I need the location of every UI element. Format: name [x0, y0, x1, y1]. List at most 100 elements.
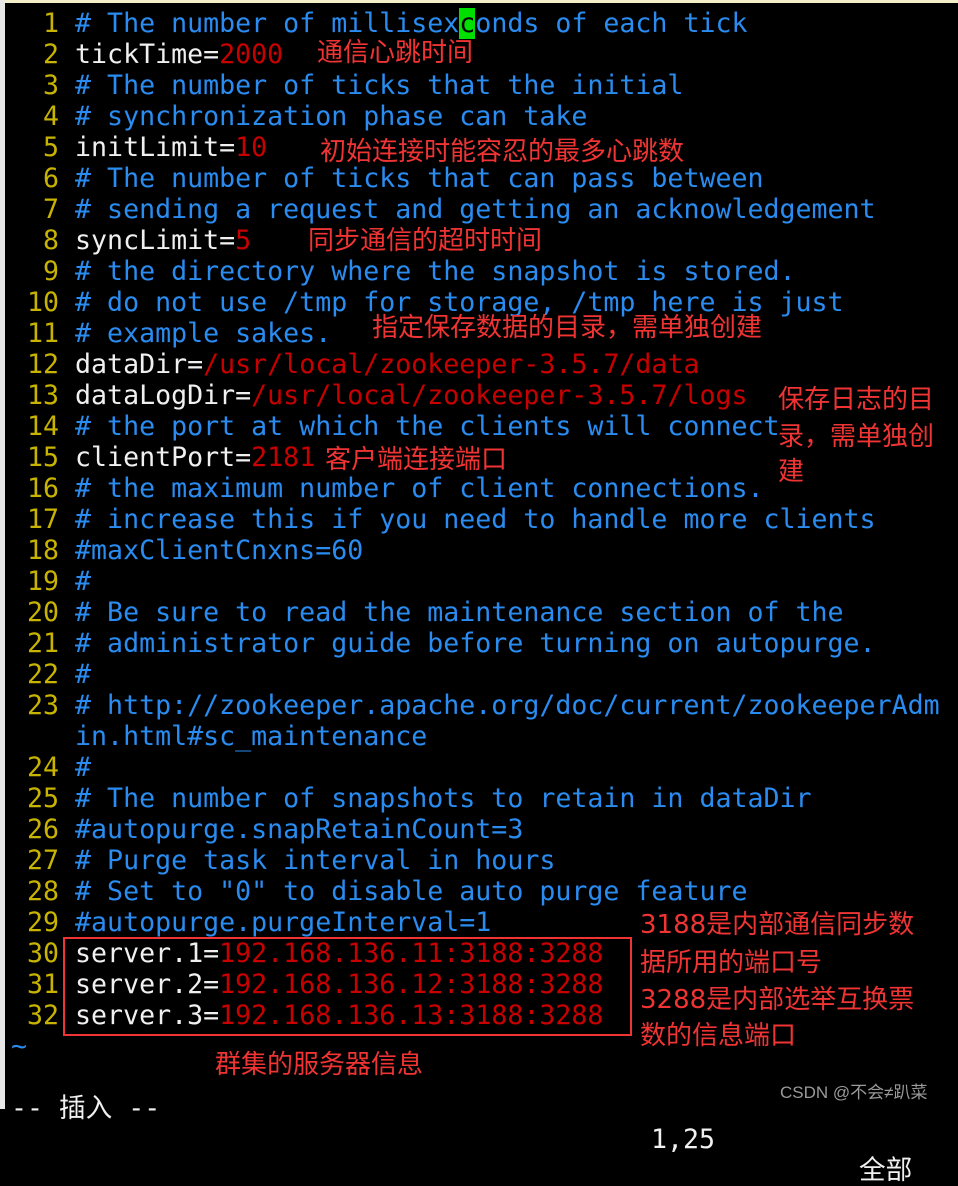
code-comment: # increase this if you need to handle mo…: [75, 504, 876, 535]
line-number: 8: [11, 225, 76, 256]
line-text: # http://zookeeper.apache.org/doc/curren…: [75, 690, 940, 752]
line-text: dataDir=/usr/local/zookeeper-3.5.7/data: [75, 349, 940, 380]
code-key: syncLimit=: [75, 225, 236, 256]
line-number: 4: [11, 101, 76, 132]
line-number: 18: [11, 535, 76, 566]
line-number: 23: [11, 690, 76, 721]
code-key: tickTime=: [75, 39, 220, 70]
code-comment: # the port at which the clients will con…: [75, 411, 780, 442]
editor-line[interactable]: 12 dataDir=/usr/local/zookeeper-3.5.7/da…: [11, 349, 940, 380]
line-number: 2: [11, 39, 76, 70]
code-comment: # sending a request and getting an ackno…: [75, 194, 876, 225]
annotation-datalogdir-2: 录，需单独创: [778, 422, 935, 452]
line-number: 15: [11, 442, 76, 473]
line-number: 16: [11, 473, 76, 504]
editor-line[interactable]: 1 # The number of millisexconds of each …: [11, 8, 940, 39]
line-text: #: [75, 659, 940, 690]
code-comment: #autopurge.snapRetainCount=3: [75, 814, 524, 845]
line-number: 29: [11, 907, 76, 938]
editor-line[interactable]: 9 # the directory where the snapshot is …: [11, 256, 940, 287]
code-key: clientPort=: [75, 442, 252, 473]
line-number: 14: [11, 411, 76, 442]
line-text: # sending a request and getting an ackno…: [75, 194, 940, 225]
code-comment: # The number of ticks that the initial: [75, 70, 684, 101]
server-lines-highlight-box: [63, 937, 632, 1036]
code-comment: #: [75, 659, 92, 690]
code-key: dataLogDir=: [75, 380, 252, 411]
annotation-ports-3: 3288是内部选举互换票: [640, 985, 915, 1015]
annotation-ports-4: 数的信息端口: [640, 1021, 797, 1051]
line-number: 24: [11, 752, 76, 783]
code-val: 10: [235, 132, 268, 163]
line-text: # The number of snapshots to retain in d…: [75, 783, 940, 814]
code-comment: #: [75, 566, 92, 597]
code-comment: # Set to "0" to disable auto purge featu…: [75, 876, 748, 907]
editor-line[interactable]: 19 #: [11, 566, 940, 597]
line-number: 7: [11, 194, 76, 225]
annotation-ticktime: 通信心跳时间: [317, 38, 474, 68]
code-val: 2000: [219, 39, 284, 70]
line-number: 17: [11, 504, 76, 535]
editor-line[interactable]: 3 # The number of ticks that the initial: [11, 70, 940, 101]
annotation-clientport: 客户端连接端口: [325, 445, 508, 475]
line-text: # Be sure to read the maintenance sectio…: [75, 597, 940, 628]
line-text: # synchronization phase can take: [75, 101, 940, 132]
line-text: # the directory where the snapshot is st…: [75, 256, 940, 287]
annotation-datalogdir-3: 建: [778, 457, 805, 487]
editor-line[interactable]: 17 # increase this if you need to handle…: [11, 504, 940, 535]
editor-line[interactable]: 25 # The number of snapshots to retain i…: [11, 783, 940, 814]
editor-line[interactable]: 24 #: [11, 752, 940, 783]
editor-line[interactable]: 21 # administrator guide before turning …: [11, 628, 940, 659]
line-number: 28: [11, 876, 76, 907]
code-comment: # Purge task interval in hours: [75, 845, 556, 876]
line-text: #: [75, 566, 940, 597]
annotation-initlimit: 初始连接时能容忍的最多心跳数: [320, 137, 685, 167]
line-text: # increase this if you need to handle mo…: [75, 504, 940, 535]
code-val: 5: [235, 225, 252, 256]
line-text: tickTime=2000: [75, 39, 940, 70]
window-left-border: [0, 0, 5, 1109]
editor-line[interactable]: 4 # synchronization phase can take: [11, 101, 940, 132]
line-number: 20: [11, 597, 76, 628]
annotation-datalogdir-1: 保存日志的目: [778, 385, 935, 415]
code-key: initLimit=: [75, 132, 236, 163]
editor-line[interactable]: 7 # sending a request and getting an ack…: [11, 194, 940, 225]
code-comment: #autopurge.purgeInterval=1: [75, 907, 492, 938]
line-text: # Set to "0" to disable auto purge featu…: [75, 876, 940, 907]
line-number: 26: [11, 814, 76, 845]
editor-line[interactable]: 27 # Purge task interval in hours: [11, 845, 940, 876]
line-number: 1: [11, 8, 76, 39]
scroll-indicator: 全部: [859, 1155, 913, 1186]
line-text: # administrator guide before turning on …: [75, 628, 940, 659]
editor-line[interactable]: 26 #autopurge.snapRetainCount=3: [11, 814, 940, 845]
code-comment: # http://zookeeper.apache.org/doc/curren…: [75, 690, 940, 752]
editor-line[interactable]: 28 # Set to "0" to disable auto purge fe…: [11, 876, 940, 907]
editor-line[interactable]: 20 # Be sure to read the maintenance sec…: [11, 597, 940, 628]
code-val: /usr/local/zookeeper-3.5.7/data: [203, 349, 700, 380]
line-number: 5: [11, 132, 76, 163]
watermark: CSDN @不会≠趴菜: [780, 1083, 928, 1102]
vim-statusline: -- 插入 -- 1,25 全部: [11, 1062, 912, 1186]
line-number: 6: [11, 163, 76, 194]
code-comment: # the directory where the snapshot is st…: [75, 256, 796, 287]
line-text: # Purge task interval in hours: [75, 845, 940, 876]
window-top-border: [0, 0, 958, 3]
editor-line[interactable]: 23 # http://zookeeper.apache.org/doc/cur…: [11, 690, 940, 752]
line-number: 19: [11, 566, 76, 597]
line-number: 13: [11, 380, 76, 411]
code-comment: # synchronization phase can take: [75, 101, 588, 132]
annotation-ports-2: 据所用的端口号: [640, 948, 823, 978]
line-text: #autopurge.snapRetainCount=3: [75, 814, 940, 845]
code-comment: # Be sure to read the maintenance sectio…: [75, 597, 844, 628]
line-number: 9: [11, 256, 76, 287]
cursor-position: 1,25: [651, 1124, 716, 1155]
code-val: 2181: [251, 442, 316, 473]
annotation-ports-1: 3188是内部通信同步数: [640, 910, 915, 940]
editor-line[interactable]: 18 #maxClientCnxns=60: [11, 535, 940, 566]
code-comment: # administrator guide before turning on …: [75, 628, 876, 659]
annotation-cluster: 群集的服务器信息: [215, 1050, 424, 1080]
line-text: # The number of millisexconds of each ti…: [75, 8, 940, 39]
line-number: 21: [11, 628, 76, 659]
editor-line[interactable]: 22 #: [11, 659, 940, 690]
editor-line[interactable]: 2 tickTime=2000: [11, 39, 940, 70]
